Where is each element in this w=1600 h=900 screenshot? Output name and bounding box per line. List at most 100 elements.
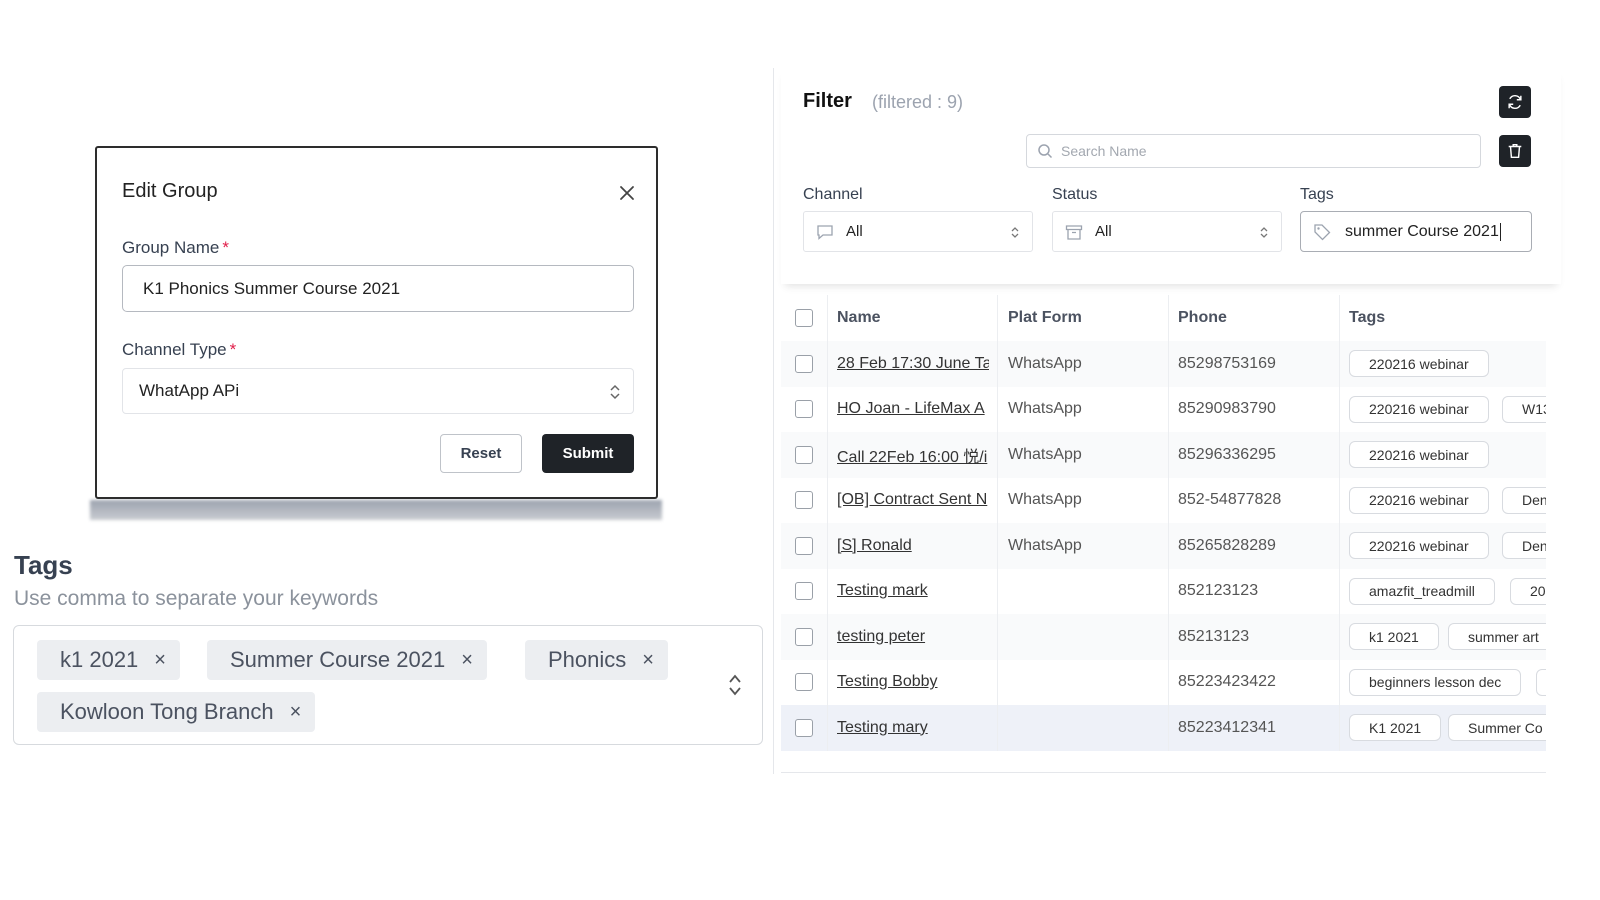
row-checkbox[interactable] <box>795 491 813 510</box>
close-icon[interactable] <box>615 181 639 205</box>
status-filter-label: Status <box>1052 186 1098 203</box>
contact-name-link[interactable]: testing peter <box>837 628 989 646</box>
tag-chip: Phonics × <box>525 640 668 680</box>
submit-button[interactable]: Submit <box>542 434 634 473</box>
search-icon <box>1038 144 1053 159</box>
tag-pill: 220216 webinar <box>1349 486 1489 514</box>
contact-name-link[interactable]: [S] Ronald <box>837 537 989 555</box>
tag-pill: Den <box>1502 532 1546 559</box>
table-row[interactable]: [S] Ronald WhatsApp 85265828289 220216 w… <box>781 523 1546 569</box>
remove-tag-icon[interactable]: × <box>290 701 302 724</box>
tag-pill: 220216 webinar <box>1349 532 1489 559</box>
tag-chip-label: Phonics <box>548 647 627 672</box>
delete-button[interactable] <box>1499 135 1531 167</box>
contact-name-link[interactable]: Testing mary <box>837 719 989 737</box>
row-checkbox[interactable] <box>795 400 813 419</box>
trash-icon <box>1508 143 1522 159</box>
phone-cell: 85296336295 <box>1178 445 1276 463</box>
select-all-checkbox[interactable] <box>795 308 813 327</box>
tag-chip-label: k1 2021 <box>60 647 139 672</box>
phone-cell: 85223423422 <box>1178 673 1276 691</box>
required-mark: * <box>229 340 237 359</box>
chat-icon <box>817 224 833 240</box>
edit-group-modal: Edit Group Group Name* Channel Type* Wha… <box>95 146 658 499</box>
remove-tag-icon[interactable]: × <box>154 649 166 672</box>
panel-divider <box>773 68 774 774</box>
tag-pill: W13 <box>1502 395 1546 423</box>
contact-name-link[interactable]: [OB] Contract Sent N <box>837 491 989 509</box>
remove-tag-icon[interactable]: × <box>461 649 473 672</box>
table-row[interactable]: Testing Bobby 85223423422 beginners less… <box>781 659 1546 705</box>
tag-pill: amazfit_treadmill <box>1349 577 1495 605</box>
table-row[interactable]: 28 Feb 17:30 June Ta WhatsApp 8529875316… <box>781 341 1546 387</box>
phone-cell: 85298753169 <box>1178 354 1276 372</box>
tag-chip: k1 2021 × <box>37 640 180 680</box>
channel-select-value: All <box>846 223 863 240</box>
tags-filter-label: Tags <box>1300 186 1334 203</box>
header-tags[interactable]: Tags <box>1349 295 1385 341</box>
table-row[interactable]: HO Joan - LifeMax A WhatsApp 85290983790… <box>781 386 1546 432</box>
platform-cell: WhatsApp <box>1008 445 1082 463</box>
header-phone[interactable]: Phone <box>1178 295 1227 341</box>
contact-name-link[interactable]: HO Joan - LifeMax A <box>837 400 989 418</box>
search-name-input[interactable] <box>1061 143 1461 159</box>
chevron-updown-icon[interactable] <box>728 672 742 698</box>
refresh-button[interactable] <box>1499 86 1531 118</box>
phone-cell: 85213123 <box>1178 627 1250 645</box>
tag-pill: Den <box>1502 486 1546 514</box>
filter-count: (filtered : 9) <box>872 92 964 112</box>
chevron-updown-icon <box>1011 227 1019 238</box>
platform-cell: WhatsApp <box>1008 491 1082 509</box>
table-row[interactable]: Testing mark 852123123 amazfit_treadmill… <box>781 568 1546 614</box>
tag-pill: beginners lesson dec <box>1349 668 1522 696</box>
platform-cell: WhatsApp <box>1008 400 1082 418</box>
tag-pill: K1 2021 <box>1349 714 1442 741</box>
contact-name-link[interactable]: 28 Feb 17:30 June Ta <box>837 355 989 373</box>
channel-type-select[interactable]: WhatApp APi <box>122 368 634 414</box>
tag-chip-label: Summer Course 2021 <box>230 647 446 672</box>
tags-input-box[interactable]: k1 2021 × Summer Course 2021 × Phonics × Ko… <box>13 625 763 745</box>
status-select[interactable]: All <box>1052 211 1282 252</box>
contact-name-link[interactable]: Testing Bobby <box>837 673 989 691</box>
phone-cell: 85265828289 <box>1178 536 1276 554</box>
row-checkbox[interactable] <box>795 627 813 646</box>
reset-button[interactable]: Reset <box>440 434 522 473</box>
table-row[interactable]: Call 22Feb 16:00 悦/i WhatsApp 8529633629… <box>781 432 1546 478</box>
tags-section-title: Tags <box>14 550 73 580</box>
platform-cell: WhatsApp <box>1008 354 1082 372</box>
tag-pill: 220216 webinar <box>1349 441 1489 468</box>
phone-cell: 852123123 <box>1178 582 1259 600</box>
phone-cell: 85290983790 <box>1178 400 1276 418</box>
channel-select[interactable]: All <box>803 211 1033 252</box>
tag-chip: Summer Course 2021 × <box>207 640 487 680</box>
channel-filter-label: Channel <box>803 186 863 203</box>
table-row[interactable]: Testing mary 85223412341 K1 2021 Summer … <box>781 705 1546 751</box>
header-name[interactable]: Name <box>837 295 881 341</box>
contacts-table: Name Plat Form Phone Tags 28 Feb 17:30 J… <box>781 295 1546 773</box>
tags-filter-input[interactable]: summer Course 2021 <box>1300 211 1532 252</box>
header-platform[interactable]: Plat Form <box>1008 295 1082 341</box>
group-name-input[interactable] <box>122 265 634 312</box>
contact-name-link[interactable]: Testing mark <box>837 582 989 600</box>
group-name-label: Group Name * <box>122 238 229 257</box>
chevron-updown-icon <box>1260 227 1268 238</box>
tag-icon <box>1314 223 1331 240</box>
table-row[interactable]: testing peter 85213123 k1 2021 summer ar… <box>781 614 1546 660</box>
row-checkbox[interactable] <box>795 536 813 555</box>
row-checkbox[interactable] <box>795 445 813 464</box>
row-checkbox[interactable] <box>795 582 813 601</box>
tags-help-text: Use comma to separate your keywords <box>14 587 379 610</box>
tag-chip-label: Kowloon Tong Branch <box>60 699 274 724</box>
required-mark: * <box>222 238 229 257</box>
channel-type-label: Channel Type * <box>122 340 237 359</box>
text-caret <box>1499 222 1501 241</box>
row-checkbox[interactable] <box>795 354 813 373</box>
tag-pill: summer art <box>1448 623 1546 650</box>
tag-pill: 220216 webinar <box>1349 395 1489 423</box>
tag-pill: 220216 webinar <box>1349 350 1489 377</box>
row-checkbox[interactable] <box>795 718 813 737</box>
row-checkbox[interactable] <box>795 673 813 692</box>
remove-tag-icon[interactable]: × <box>642 649 654 672</box>
table-row[interactable]: [OB] Contract Sent N WhatsApp 852-548778… <box>781 477 1546 523</box>
contact-name-link[interactable]: Call 22Feb 16:00 悦/i <box>837 443 989 467</box>
